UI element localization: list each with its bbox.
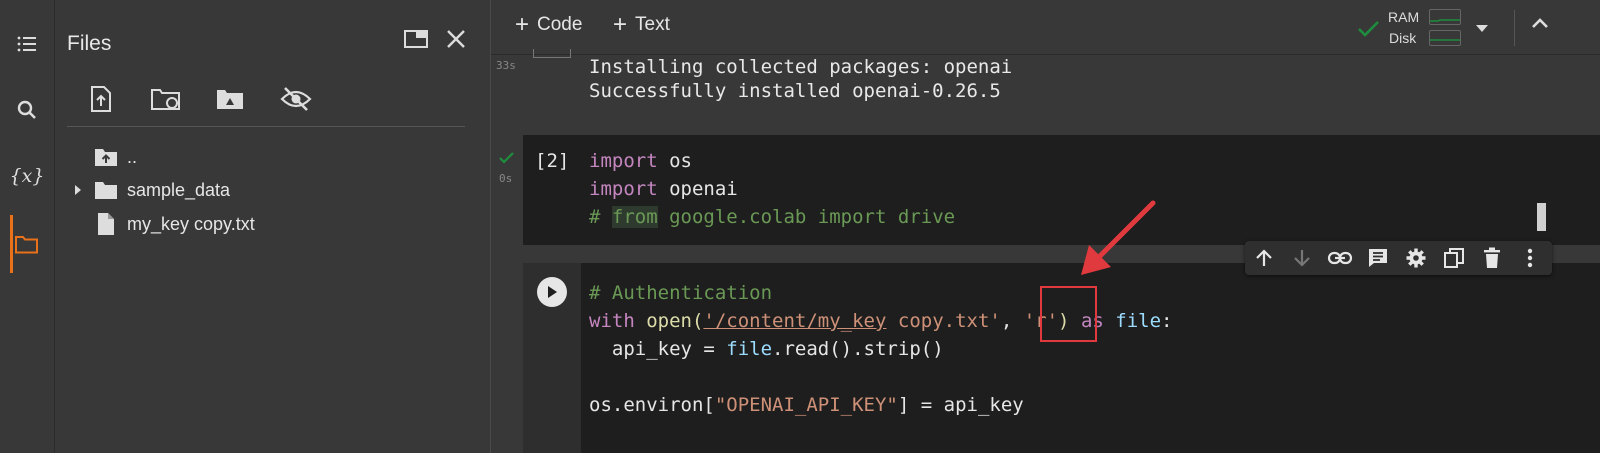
disk-label: Disk (1389, 30, 1417, 46)
dropdown-arrow-icon (1476, 25, 1488, 32)
code-line: import os (589, 150, 692, 172)
table-of-contents-button[interactable] (0, 22, 54, 66)
open-in-tab-button[interactable] (401, 24, 431, 54)
files-title: Files (67, 32, 112, 55)
close-panel-button[interactable] (441, 24, 471, 54)
tree-item-label: my_key copy.txt (127, 213, 255, 234)
chevron-up-icon (1532, 18, 1548, 28)
output-line: Successfully installed openai-0.26.5 (589, 80, 1001, 102)
exec-time: 0s (499, 172, 513, 185)
upload-button[interactable] (83, 82, 119, 116)
cell-settings-button[interactable] (1397, 241, 1435, 275)
code-line: # from google.colab import drive (589, 206, 956, 228)
code-line: # Authentication (589, 282, 773, 304)
play-icon (548, 286, 557, 298)
table-of-contents-icon (17, 36, 36, 52)
file-icon (98, 213, 114, 235)
comment-button[interactable] (1359, 241, 1397, 275)
exec-count: [2] (535, 150, 570, 172)
plus-icon: + (613, 11, 628, 38)
notebook-toolbar: + Code + Text RAM Disk (491, 0, 1600, 55)
refresh-button[interactable] (148, 82, 184, 116)
files-panel: Files .. sample_data my_key copy.txt (55, 0, 491, 453)
mirror-cell-icon (1444, 248, 1464, 268)
search-button[interactable] (0, 88, 54, 132)
resources-dropdown-button[interactable] (1475, 20, 1489, 38)
copy-link-button[interactable] (1321, 241, 1359, 275)
add-text-button[interactable]: + Text (613, 11, 670, 38)
tree-item-label: .. (127, 146, 138, 167)
run-cell-button[interactable] (537, 277, 567, 307)
delete-cell-button[interactable] (1473, 241, 1511, 275)
code-line: os.environ["OPENAI_API_KEY"] = api_key (589, 394, 1024, 416)
move-up-button[interactable] (1245, 241, 1283, 275)
window-icon (404, 30, 428, 48)
move-down-button[interactable] (1283, 241, 1321, 275)
tree-item-sample-data[interactable]: sample_data (67, 175, 230, 205)
close-icon (447, 30, 465, 48)
toolbar-divider (1514, 10, 1515, 46)
cell-toolbar (1245, 241, 1552, 275)
collapse-header-button[interactable] (1531, 16, 1549, 35)
code-line: import openai (589, 178, 738, 200)
code-cell[interactable]: [2] import os import openai # from googl… (523, 135, 1600, 245)
variables-button[interactable]: {x} (0, 154, 54, 198)
files-divider (67, 126, 465, 127)
mirror-cell-button[interactable] (1435, 241, 1473, 275)
expand-caret[interactable] (67, 184, 89, 196)
folder-up-icon (95, 149, 117, 166)
resources-widget[interactable]: RAM Disk (1357, 6, 1467, 48)
mount-drive-button[interactable] (212, 82, 248, 116)
tree-item-parent[interactable]: .. (67, 142, 137, 172)
delete-icon (1484, 247, 1500, 268)
files-button[interactable] (0, 222, 54, 266)
add-code-label: Code (537, 14, 583, 35)
visibility-off-icon (280, 87, 312, 111)
annotation-highlight-box (1040, 286, 1097, 342)
folder-refresh-icon (151, 89, 180, 110)
variables-icon: {x} (9, 165, 45, 187)
annotation-arrow (1081, 200, 1156, 275)
folder-icon (15, 236, 38, 254)
tree-item-my-key[interactable]: my_key copy.txt (67, 209, 255, 239)
more-actions-button[interactable] (1511, 241, 1549, 275)
scrollbar-thumb[interactable] (1537, 203, 1546, 231)
left-rail: {x} (0, 0, 55, 453)
chevron-right-icon (75, 185, 81, 195)
add-text-label: Text (635, 14, 670, 35)
settings-icon (1406, 248, 1426, 268)
move-up-icon (1256, 249, 1272, 266)
upload-file-icon (91, 86, 111, 112)
check-icon (1358, 21, 1379, 37)
notebook-area: 33s Installing collected packages: opena… (491, 49, 1600, 453)
tree-item-label: sample_data (127, 179, 231, 200)
comment-icon (1369, 249, 1387, 267)
success-check-icon (499, 152, 514, 164)
search-icon (17, 100, 36, 119)
plus-icon: + (515, 11, 530, 38)
disk-sparkline (1429, 30, 1461, 46)
toggle-hidden-files-button[interactable] (278, 82, 314, 116)
ram-sparkline (1429, 9, 1461, 25)
link-icon (1327, 251, 1353, 265)
code-line: api_key = file.read().strip() (589, 338, 944, 360)
exec-time: 33s (496, 59, 516, 72)
move-down-icon (1294, 250, 1310, 267)
exec-count-partial (533, 49, 571, 58)
ram-label: RAM (1388, 9, 1420, 25)
add-code-button[interactable]: + Code (515, 11, 583, 38)
drive-folder-icon (217, 90, 243, 109)
folder-icon (95, 182, 117, 199)
more-icon (1527, 248, 1533, 268)
